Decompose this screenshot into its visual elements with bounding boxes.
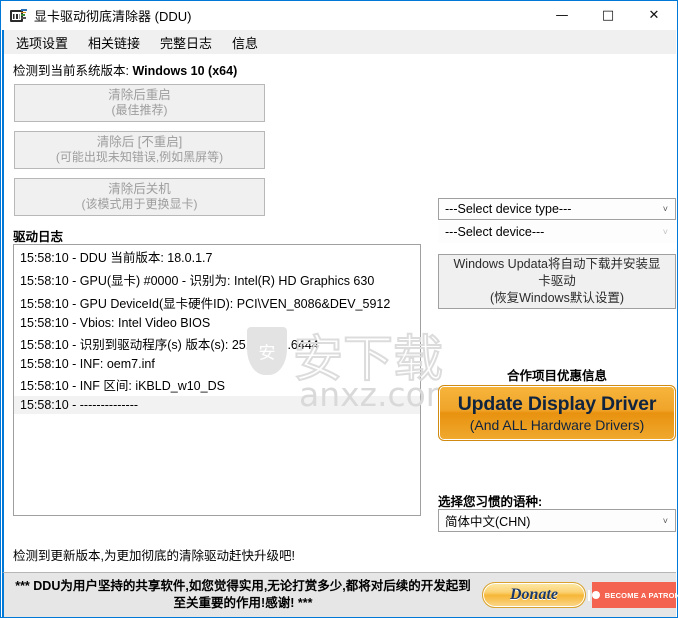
list-item[interactable]: 15:58:10 - INF 区间: iKBLD_w10_DS: [14, 373, 420, 396]
list-item[interactable]: 15:58:10 - GPU(显卡) #0000 - 识别为: Intel(R)…: [14, 268, 420, 291]
close-button[interactable]: ✕: [631, 1, 677, 30]
system-version-value: Windows 10 (x64): [132, 64, 238, 78]
clean-no-restart-label: 清除后 [不重启]: [96, 134, 183, 149]
clean-and-shutdown-label: 清除后关机: [108, 181, 171, 196]
menu-bar: 选项设置 相关链接 完整日志 信息: [2, 30, 676, 54]
driver-log-list[interactable]: 15:58:10 - DDU 当前版本: 18.0.1.7 15:58:10 -…: [13, 244, 421, 516]
chevron-down-icon: ˅: [662, 204, 668, 214]
promo-label: 合作项目优惠信息: [506, 369, 607, 383]
chevron-down-icon: ˅: [662, 227, 668, 237]
list-item[interactable]: 15:58:10 - GPU DeviceId(显卡硬件ID): PCI\VEN…: [14, 291, 420, 314]
main-content: 检测到当前系统版本: Windows 10 (x64) 清除后重启 (最佳推荐)…: [2, 54, 676, 536]
chevron-down-icon: ˅: [662, 515, 668, 526]
patreon-logo-icon: [587, 589, 600, 601]
device-type-select[interactable]: ---Select device type--- ˅: [438, 198, 676, 220]
list-item[interactable]: 15:58:10 - Vbios: Intel Video BIOS: [14, 314, 420, 332]
maximize-button[interactable]: □: [585, 1, 631, 30]
list-item[interactable]: 15:58:10 - INF: oem7.inf: [14, 355, 420, 373]
ddu-window: 显卡驱动彻底清除器 (DDU) — □ ✕ 选项设置 相关链接 完整日志 信息 …: [0, 0, 678, 618]
device-value: ---Select device---: [445, 225, 545, 239]
menu-item-options[interactable]: 选项设置: [8, 31, 76, 54]
windows-update-note-line3: (恢复Windows默认设置): [489, 290, 625, 305]
donate-message: *** DDU为用户坚持的共享软件,如您觉得实用,无论打赏多少,都将对后续的开发…: [15, 578, 471, 611]
window-title: 显卡驱动彻底清除器 (DDU): [34, 9, 192, 24]
device-select[interactable]: ---Select device--- ˅: [438, 221, 676, 243]
clean-and-shutdown-button[interactable]: 清除后关机 (该模式用于更换显卡): [14, 178, 265, 216]
device-type-value: ---Select device type---: [445, 202, 572, 216]
patron-button-label: BECOME A PATRON: [604, 590, 678, 600]
windows-update-note: Windows Updata将自动下载并安装显 卡驱动 (恢复Windows默认…: [438, 254, 676, 309]
language-label: 选择您习惯的语种:: [438, 495, 543, 509]
language-value: 简体中文(CHN): [445, 515, 531, 529]
windows-update-note-line1: Windows Updata将自动下载并安装显: [453, 257, 661, 272]
menu-item-info[interactable]: 信息: [224, 31, 266, 54]
donate-button[interactable]: Donate: [482, 582, 586, 608]
clean-no-restart-sublabel: (可能出现未知错误,例如黑屏等): [55, 150, 224, 165]
promo-line1: Update Display Driver: [457, 393, 657, 415]
donate-bar: *** DDU为用户坚持的共享软件,如您觉得实用,无论打赏多少,都将对后续的开发…: [2, 572, 678, 617]
clean-and-restart-label: 清除后重启: [108, 87, 171, 102]
promo-line2: (And ALL Hardware Drivers): [469, 417, 645, 433]
list-item[interactable]: 15:58:10 - DDU 当前版本: 18.0.1.7: [14, 245, 420, 268]
minimize-icon: —: [555, 8, 569, 23]
windows-update-note-line2: 卡驱动: [538, 274, 576, 289]
language-select[interactable]: 简体中文(CHN) ˅: [438, 509, 676, 532]
donate-button-label: Donate: [510, 586, 558, 603]
become-a-patron-button[interactable]: BECOME A PATRON: [587, 582, 678, 608]
driver-log-label: 驱动日志: [13, 230, 64, 244]
clean-and-shutdown-sublabel: (该模式用于更换显卡): [81, 197, 198, 212]
clean-and-restart-sublabel: (最佳推荐): [111, 103, 168, 118]
menu-item-full-log[interactable]: 完整日志: [152, 31, 220, 54]
menu-item-links[interactable]: 相关链接: [80, 31, 148, 54]
ddu-app-icon: [10, 7, 27, 24]
close-icon: ✕: [648, 8, 660, 23]
maximize-icon: □: [601, 8, 615, 23]
clean-and-restart-button[interactable]: 清除后重启 (最佳推荐): [14, 84, 265, 122]
window-controls: — □ ✕: [539, 1, 677, 30]
clean-no-restart-button[interactable]: 清除后 [不重启] (可能出现未知错误,例如黑屏等): [14, 131, 265, 169]
title-bar: 显卡驱动彻底清除器 (DDU) — □ ✕: [1, 0, 677, 30]
minimize-button[interactable]: —: [539, 1, 585, 30]
system-version-label: 检测到当前系统版本: Windows 10 (x64): [13, 60, 237, 79]
system-version-prefix: 检测到当前系统版本:: [13, 64, 133, 78]
update-notice: 检测到更新版本,为更加彻底的清除驱动赶快升级吧!: [2, 536, 676, 572]
update-display-driver-banner[interactable]: Update Display Driver (And ALL Hardware …: [438, 385, 676, 441]
list-item[interactable]: 15:58:10 - 识别到驱动程序(s) 版本(s): 25.20.100.6…: [14, 332, 420, 355]
list-item[interactable]: 15:58:10 - --------------: [14, 396, 420, 414]
